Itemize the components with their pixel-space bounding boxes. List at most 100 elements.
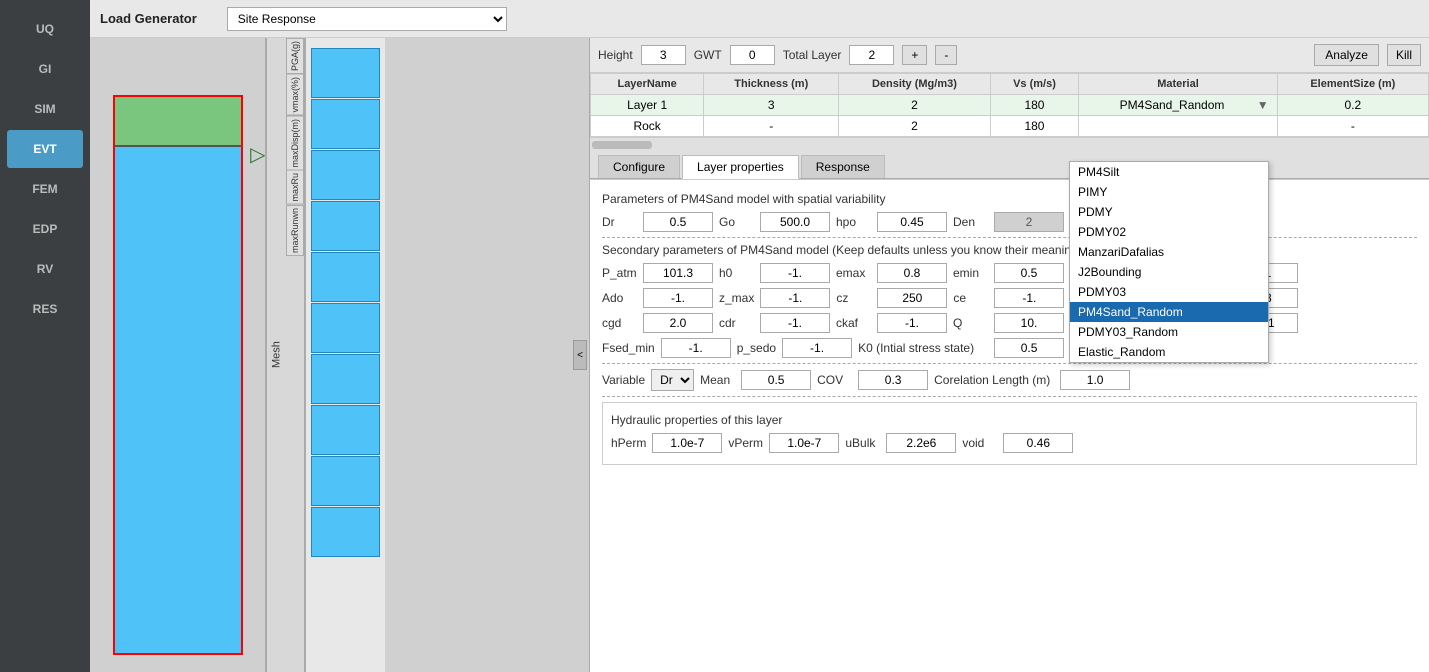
total-layer-input[interactable]	[849, 45, 894, 65]
soil-visualization: ▷	[90, 38, 265, 672]
cgd-input[interactable]	[643, 313, 713, 333]
k0-input[interactable]	[994, 338, 1064, 358]
cell-density-1: 2	[839, 95, 990, 116]
emax-input[interactable]	[877, 263, 947, 283]
dropdown-item-pm4silt[interactable]: PM4Silt	[1070, 162, 1268, 182]
dropdown-item-pdmy02[interactable]: PDMY02	[1070, 222, 1268, 242]
cdr-input[interactable]	[760, 313, 830, 333]
remove-layer-button[interactable]: -	[935, 45, 957, 65]
left-panel: ▷ Mesh PGA(g) vmax(%) maxDisp(m) maxRu m…	[90, 38, 590, 672]
table-row[interactable]: Layer 1 3 2 180 PM4Sand_Random ▼ 0.2	[591, 95, 1429, 116]
add-layer-button[interactable]: +	[902, 45, 927, 65]
emax-label: emax	[836, 266, 871, 280]
q-input[interactable]	[994, 313, 1064, 333]
fsedmin-input[interactable]	[661, 338, 731, 358]
ckaf-input[interactable]	[877, 313, 947, 333]
cell-material-1[interactable]: PM4Sand_Random ▼	[1079, 95, 1277, 116]
col-thickness: Thickness (m)	[704, 74, 839, 95]
tab-response[interactable]: Response	[801, 155, 885, 178]
variable-select[interactable]: Dr	[651, 369, 694, 391]
dropdown-item-j2bounding[interactable]: J2Bounding	[1070, 262, 1268, 282]
tab-layer-properties[interactable]: Layer properties	[682, 155, 799, 179]
gwt-input[interactable]	[730, 45, 775, 65]
void-input[interactable]	[1003, 433, 1073, 453]
sidebar-item-fem[interactable]: FEM	[7, 170, 83, 208]
dropdown-item-elastic-random[interactable]: Elastic_Random	[1070, 342, 1268, 362]
gwt-label: GWT	[694, 48, 722, 62]
site-response-dropdown[interactable]: Site Response	[227, 7, 507, 31]
col-material: Material	[1079, 74, 1277, 95]
ado-input[interactable]	[643, 288, 713, 308]
kill-button[interactable]: Kill	[1387, 44, 1421, 66]
cell-material-2[interactable]	[1079, 116, 1277, 137]
h0-input[interactable]	[760, 263, 830, 283]
sidebar-item-evt[interactable]: EVT	[7, 130, 83, 168]
sidebar-item-sim[interactable]: SIM	[7, 90, 83, 128]
dropdown-item-pdmy03[interactable]: PDMY03	[1070, 282, 1268, 302]
h-scrollbar[interactable]	[590, 137, 1429, 151]
emin-input[interactable]	[994, 263, 1064, 283]
dropdown-item-pdmy03-random[interactable]: PDMY03_Random	[1070, 322, 1268, 342]
sidebar-item-rv[interactable]: RV	[7, 250, 83, 288]
tab-configure[interactable]: Configure	[598, 155, 680, 178]
bars-column	[305, 38, 385, 672]
analyze-button[interactable]: Analyze	[1314, 44, 1379, 66]
hydraulic-row: hPerm vPerm uBulk void	[611, 433, 1408, 453]
go-input[interactable]	[760, 212, 830, 232]
hperm-label: hPerm	[611, 436, 646, 450]
main-content: Load Generator Site Response ▷ Mesh	[90, 0, 1429, 672]
ubulk-input[interactable]	[886, 433, 956, 453]
dropdown-item-pm4sand-random[interactable]: PM4Sand_Random	[1070, 302, 1268, 322]
ce-input[interactable]	[994, 288, 1064, 308]
cgd-label: cgd	[602, 316, 637, 330]
dropdown-item-pimy[interactable]: PIMY	[1070, 182, 1268, 202]
den-label: Den	[953, 215, 988, 229]
controls-bar: Height GWT Total Layer + - Analyze Kill	[590, 38, 1429, 73]
cz-input[interactable]	[877, 288, 947, 308]
maxrunwn-label: maxRunwn	[286, 205, 304, 256]
correlation-label: Corelation Length (m)	[934, 373, 1054, 387]
cov-input[interactable]	[858, 370, 928, 390]
sidebar-item-res[interactable]: RES	[7, 290, 83, 328]
dropdown-item-pdmy[interactable]: PDMY	[1070, 202, 1268, 222]
table-row[interactable]: Rock - 2 180 -	[591, 116, 1429, 137]
load-generator-title: Load Generator	[100, 11, 197, 26]
secondary-row-3: cgd cdr ckaf Q R m	[602, 313, 1417, 333]
top-bar: Load Generator Site Response	[90, 0, 1429, 38]
secondary-row-1: P_atm h0 emax emin nb nd	[602, 263, 1417, 283]
tabs-bar: Configure Layer properties Response	[590, 151, 1429, 179]
hpo-input[interactable]	[877, 212, 947, 232]
patm-input[interactable]	[643, 263, 713, 283]
hperm-input[interactable]	[652, 433, 722, 453]
zmax-input[interactable]	[760, 288, 830, 308]
collapse-button[interactable]: <	[573, 340, 587, 370]
correlation-input[interactable]	[1060, 370, 1130, 390]
bar-1	[311, 48, 380, 98]
mean-label: Mean	[700, 373, 735, 387]
content-row: ▷ Mesh PGA(g) vmax(%) maxDisp(m) maxRu m…	[90, 38, 1429, 672]
sidebar-item-uq[interactable]: UQ	[7, 10, 83, 48]
dr-input[interactable]	[643, 212, 713, 232]
cell-elementsize-2: -	[1277, 116, 1428, 137]
cell-layername-1: Layer 1	[591, 95, 704, 116]
soil-top-layer	[115, 97, 241, 147]
col-elementsize: ElementSize (m)	[1277, 74, 1428, 95]
primary-params-row: Dr Go hpo Den	[602, 212, 1417, 232]
ckaf-label: ckaf	[836, 316, 871, 330]
psedo-input[interactable]	[782, 338, 852, 358]
col-density: Density (Mg/m3)	[839, 74, 990, 95]
sidebar-item-gi[interactable]: GI	[7, 50, 83, 88]
bar-8	[311, 405, 380, 455]
table-wrapper: LayerName Thickness (m) Density (Mg/m3) …	[590, 73, 1429, 151]
psedo-label: p_sedo	[737, 341, 776, 355]
sidebar-item-edp[interactable]: EDP	[7, 210, 83, 248]
layer-table: LayerName Thickness (m) Density (Mg/m3) …	[590, 73, 1429, 137]
cell-vs-1: 180	[990, 95, 1079, 116]
cdr-label: cdr	[719, 316, 754, 330]
mean-input[interactable]	[741, 370, 811, 390]
bar-3	[311, 150, 380, 200]
height-input[interactable]	[641, 45, 686, 65]
dropdown-item-manzari[interactable]: ManzariDafalias	[1070, 242, 1268, 262]
variable-label: Variable	[602, 373, 645, 387]
vperm-input[interactable]	[769, 433, 839, 453]
